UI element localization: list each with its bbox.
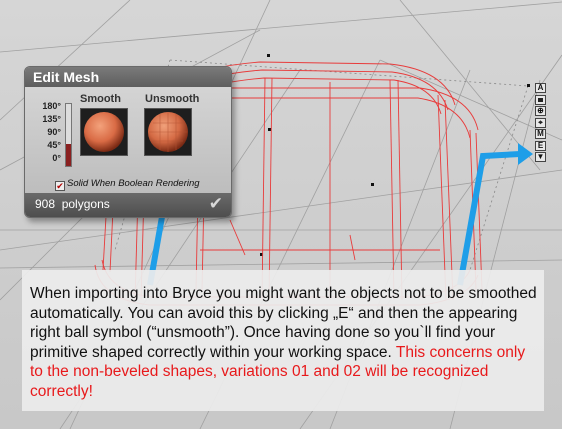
angle-label-180: 180° (42, 101, 61, 111)
solid-boolean-checkbox[interactable]: ✔ (55, 181, 65, 191)
angle-label-135: 135° (42, 114, 61, 124)
solid-boolean-label: Solid When Boolean Rendering (67, 178, 200, 189)
link-icon[interactable]: ⊕ (535, 106, 546, 116)
arrow-head-e (518, 143, 533, 165)
solid-square-icon[interactable] (535, 94, 546, 105)
panel-footer: 908 polygons ✔ (25, 193, 231, 217)
a-button-label: A (537, 83, 544, 92)
angle-label-90: 90° (47, 127, 61, 137)
unsmooth-ball-icon (148, 112, 188, 152)
arrow-to-e-button (457, 151, 521, 286)
e-button-label: E (537, 140, 544, 150)
angle-label-45: 45° (47, 140, 61, 150)
polygon-count: 908 polygons (35, 197, 110, 211)
edit-mesh-panel: Edit Mesh 180° 135° 90° 45° 0° Smooth Un… (24, 66, 232, 218)
target-icon[interactable]: ⌖ (535, 117, 546, 128)
angle-label-0: 0° (52, 153, 61, 163)
smoothing-angle-slider[interactable] (65, 103, 72, 167)
object-toolbar: A ⊕ ⌖ M E ▼ (535, 83, 547, 164)
caption-box: When importing into Bryce you might want… (22, 270, 544, 411)
smoothing-angle-fill (66, 144, 71, 166)
checkmark-icon[interactable]: ✔ (209, 194, 223, 214)
a-icon[interactable]: A (535, 83, 546, 93)
m-button-label: M (537, 129, 544, 138)
smooth-ball-icon (84, 112, 124, 152)
e-icon[interactable]: E (535, 140, 546, 151)
down-arrow-icon[interactable]: ▼ (535, 152, 546, 162)
caption-text: When importing into Bryce you might want… (30, 284, 542, 402)
polygon-count-unit: polygons (61, 197, 110, 211)
panel-title: Edit Mesh (25, 67, 231, 87)
m-icon[interactable]: M (535, 129, 546, 139)
unsmooth-label: Unsmooth (145, 93, 200, 105)
polygon-count-value: 908 (35, 197, 56, 211)
viewport[interactable]: Edit Mesh 180° 135° 90° 45° 0° Smooth Un… (0, 0, 562, 429)
checkbox-check-icon: ✔ (56, 181, 64, 191)
smooth-label: Smooth (80, 93, 121, 105)
unsmooth-ball-button[interactable] (144, 108, 192, 156)
smooth-ball-button[interactable] (80, 108, 128, 156)
